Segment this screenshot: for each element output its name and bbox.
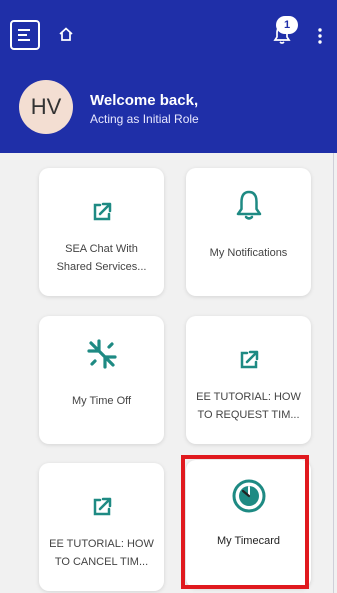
timecard-icon — [231, 479, 267, 513]
home-icon — [59, 27, 73, 41]
tile-my-time-off[interactable]: My Time Off — [39, 316, 164, 444]
avatar[interactable]: HV — [19, 80, 73, 134]
tile-sea-chat[interactable]: SEA Chat With Shared Services... — [39, 168, 164, 296]
tile-my-notifications[interactable]: My Notifications — [186, 168, 311, 296]
home-button[interactable] — [54, 22, 78, 46]
tile-my-timecard[interactable]: My Timecard — [186, 460, 311, 588]
divider — [333, 153, 334, 593]
tile-label: EE TUTORIAL: HOW TO CANCEL TIM... — [49, 538, 154, 568]
app-header: 1 HV Welcome back, Acting as Initial Rol… — [0, 0, 337, 153]
tile-label: EE TUTORIAL: HOW TO REQUEST TIM... — [196, 391, 301, 421]
tile-label: My Notifications — [209, 247, 288, 259]
tile-label: SEA Chat With Shared Services... — [56, 243, 147, 273]
more-vertical-icon — [318, 28, 322, 44]
airplane-icon — [85, 338, 119, 370]
external-link-icon — [90, 196, 114, 228]
tile-label: My Time Off — [71, 395, 132, 407]
external-link-icon — [90, 491, 114, 523]
role-text: Acting as Initial Role — [90, 112, 199, 126]
more-options-button[interactable] — [310, 22, 330, 50]
tile-ee-tutorial-request[interactable]: EE TUTORIAL: HOW TO REQUEST TIM... — [186, 316, 311, 444]
tile-ee-tutorial-cancel[interactable]: EE TUTORIAL: HOW TO CANCEL TIM... — [39, 463, 164, 591]
tile-label: My Timecard — [217, 535, 280, 547]
notification-badge: 1 — [276, 16, 298, 34]
external-link-icon — [237, 344, 261, 376]
welcome-text: Welcome back, — [90, 92, 199, 109]
bell-icon — [234, 190, 264, 222]
hamburger-icon — [18, 29, 30, 41]
menu-button[interactable] — [10, 20, 40, 50]
